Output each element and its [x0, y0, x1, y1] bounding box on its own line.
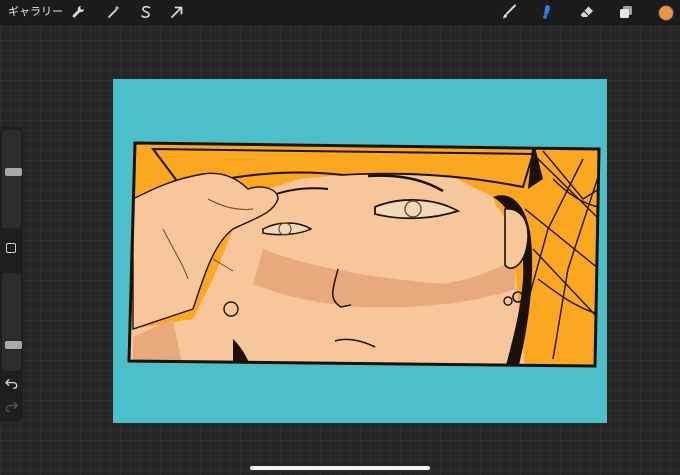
- actions-wrench-button[interactable]: [69, 3, 87, 21]
- redo-icon[interactable]: [4, 399, 19, 414]
- transform-arrow-icon: [171, 6, 183, 18]
- left-sidebar: [0, 127, 23, 422]
- wrench-icon: [72, 5, 85, 18]
- layers-icon: [620, 6, 632, 18]
- layers-button[interactable]: [617, 3, 635, 21]
- transform-button[interactable]: [168, 3, 186, 21]
- brush-size-slider[interactable]: [2, 130, 22, 228]
- drawing-canvas[interactable]: [113, 79, 607, 423]
- magic-wand-icon: [108, 5, 120, 18]
- opacity-thumb[interactable]: [5, 341, 22, 349]
- home-indicator: [250, 466, 430, 470]
- selection-button[interactable]: [137, 3, 155, 21]
- smudge-icon: [542, 5, 550, 19]
- modify-square-icon[interactable]: [6, 243, 16, 253]
- color-picker-button[interactable]: [658, 5, 674, 21]
- eraser-icon: [580, 6, 593, 17]
- artwork-illustration: [127, 141, 601, 368]
- gallery-button[interactable]: ギャラリー: [8, 4, 63, 20]
- eraser-tool-button[interactable]: [578, 3, 596, 21]
- selection-s-icon: [141, 5, 151, 18]
- brush-tool-button[interactable]: [500, 3, 518, 21]
- top-toolbar: ギャラリー: [0, 0, 680, 25]
- undo-icon[interactable]: [4, 376, 19, 391]
- opacity-slider[interactable]: [2, 273, 22, 371]
- brush-icon: [503, 4, 516, 19]
- brush-size-thumb[interactable]: [5, 168, 22, 176]
- adjustments-wand-button[interactable]: [105, 3, 123, 21]
- smudge-tool-button[interactable]: [537, 3, 555, 21]
